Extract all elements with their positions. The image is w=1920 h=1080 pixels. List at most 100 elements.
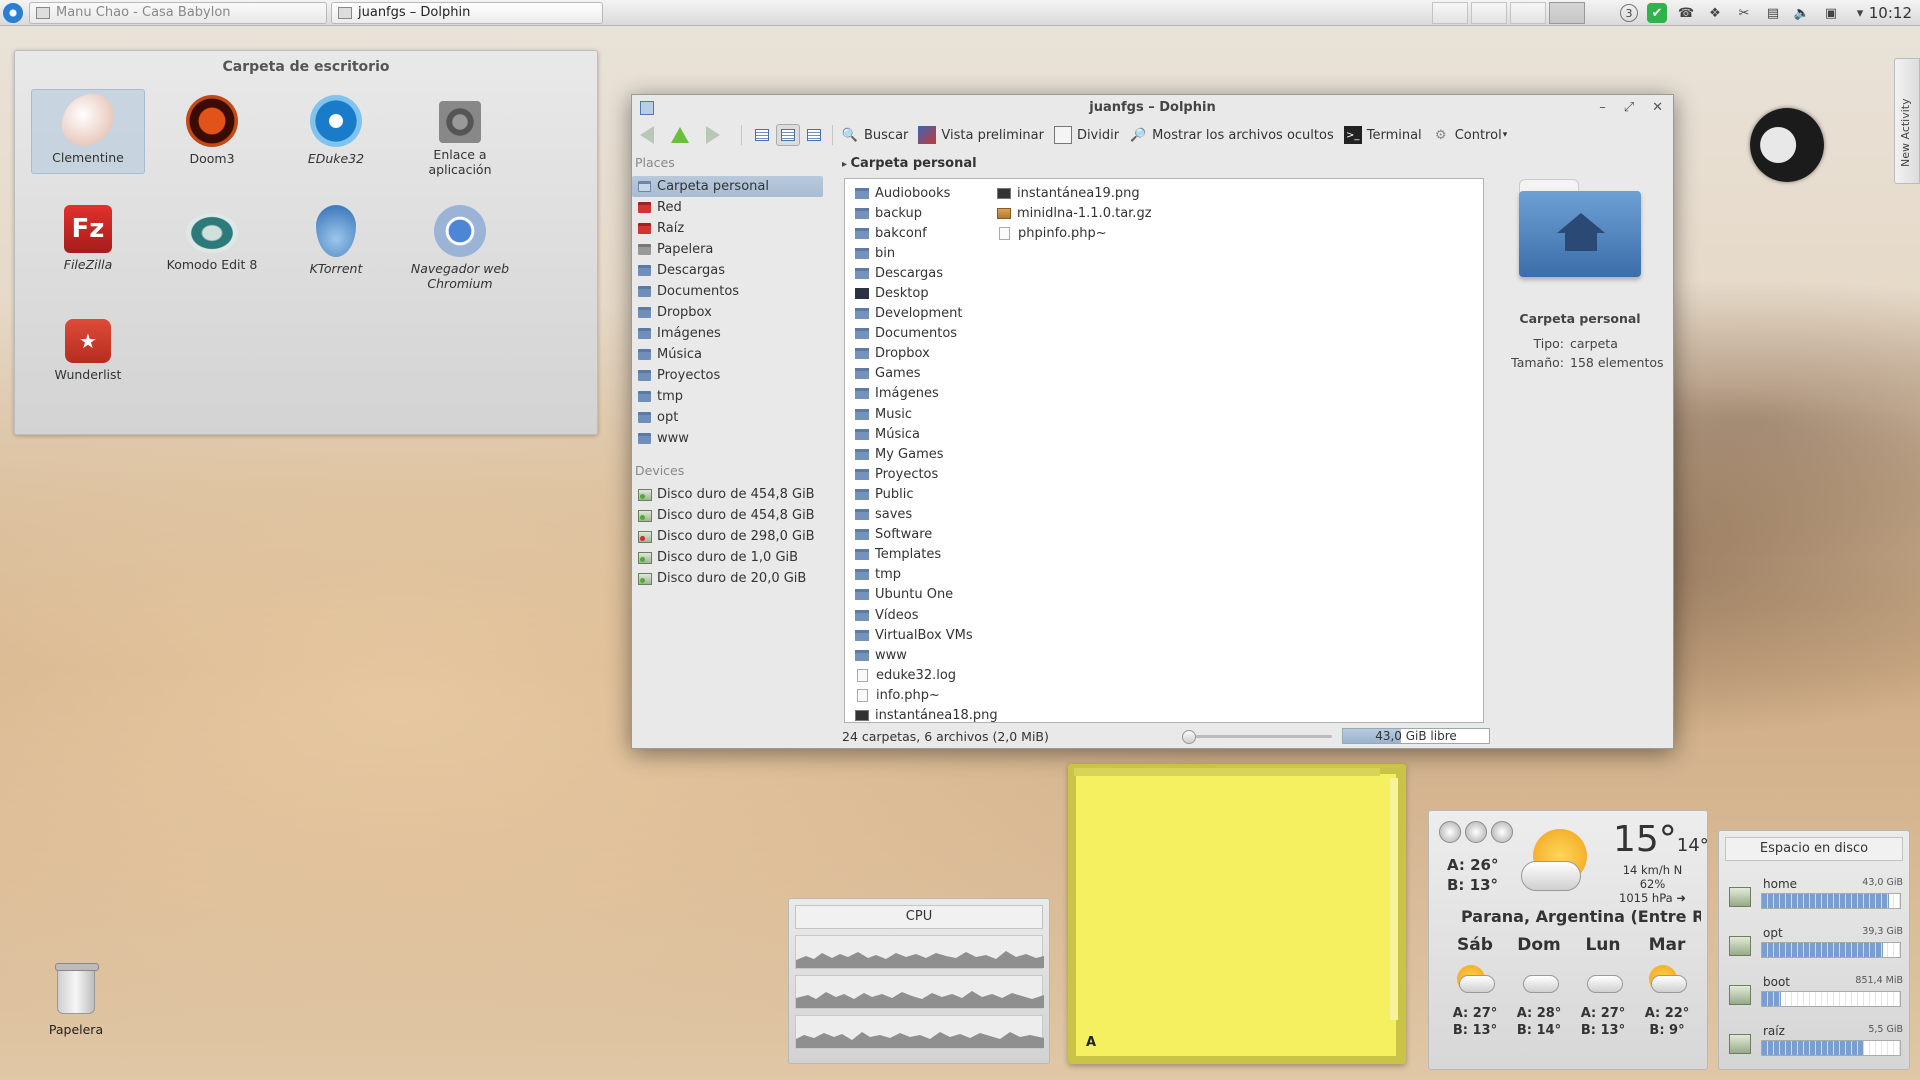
desktop-4[interactable] (1549, 2, 1585, 24)
file-item[interactable]: Dropbox (855, 344, 998, 364)
disk-row[interactable]: opt 39,3 GiB (1729, 926, 1903, 966)
file-item[interactable]: minidlna-1.1.0.tar.gz (997, 203, 1152, 223)
file-item[interactable]: Vídeos (855, 605, 998, 625)
device-item[interactable]: Disco duro de 1,0 GiB (632, 547, 823, 568)
chevron-down-icon[interactable]: ▾ (1850, 3, 1870, 23)
search-button[interactable]: 🔍 Buscar (841, 126, 908, 144)
file-item[interactable]: Ubuntu One (855, 585, 998, 605)
file-view[interactable]: Audiobooks backup bakconf bin Descargas Deskt… (844, 178, 1484, 723)
desktop-icon-eduke32[interactable]: EDuke32 (279, 95, 393, 166)
desktop-icon-komodo[interactable]: Komodo Edit 8 (155, 205, 269, 272)
up-button[interactable] (671, 126, 694, 144)
disk-row[interactable]: boot 851,4 MiB (1729, 975, 1903, 1015)
icons-view-button[interactable] (750, 124, 774, 146)
split-button[interactable]: Dividir (1053, 126, 1119, 144)
desktop-3[interactable] (1510, 2, 1546, 24)
desktop-icon-chromium[interactable]: Navegador web Chromium (403, 205, 517, 291)
maximize-icon[interactable]: ⤢ (1624, 95, 1634, 121)
details-view-button[interactable] (802, 124, 826, 146)
device-item[interactable]: Disco duro de 454,8 GiB (632, 505, 823, 526)
zoom-slider-handle[interactable] (1182, 730, 1196, 744)
file-item[interactable]: tmp (855, 565, 998, 585)
show-hidden-button[interactable]: 🔎 Mostrar los archivos ocultos (1129, 126, 1334, 144)
desktop-icon-filezilla[interactable]: Fz FileZilla (31, 205, 145, 272)
taskbar-item-music[interactable]: Manu Chao - Casa Babylon (29, 1, 327, 24)
place-item-descargas[interactable]: Descargas (632, 260, 823, 281)
desktop-icon-clementine[interactable]: Clementine (31, 89, 145, 174)
notifications-count-icon[interactable]: 3 (1620, 4, 1638, 22)
close-icon[interactable]: ✕ (1652, 95, 1663, 121)
sticky-note-widget[interactable]: A (1068, 764, 1406, 1064)
file-item[interactable]: Desktop (855, 283, 998, 303)
control-menu-button[interactable]: ⚙ Control ▾ (1432, 126, 1507, 144)
printer-icon[interactable]: ▤ (1763, 3, 1783, 23)
clipboard-scissors-icon[interactable]: ✂ (1734, 3, 1754, 23)
check-icon[interactable]: ✔ (1647, 3, 1667, 23)
forward-button[interactable] (704, 126, 727, 144)
desktop-icon-app-link[interactable]: Enlace a aplicación (403, 95, 517, 177)
dolphin-app-icon[interactable] (640, 101, 654, 115)
file-item[interactable]: backup (855, 203, 998, 223)
volume-icon[interactable]: 🔈 (1792, 3, 1812, 23)
place-item-musica[interactable]: Música (632, 344, 823, 365)
desktop-2[interactable] (1471, 2, 1507, 24)
font-format-icon[interactable]: A (1086, 1035, 1096, 1050)
file-item[interactable]: Software (855, 525, 998, 545)
breadcrumb[interactable]: Carpeta personal (842, 151, 977, 177)
device-notifier-icon[interactable]: ▣ (1821, 3, 1841, 23)
file-item[interactable]: Descargas (855, 263, 998, 283)
place-item-home[interactable]: Carpeta personal (632, 176, 823, 197)
file-item[interactable]: saves (855, 505, 998, 525)
note-scrollbar[interactable] (1390, 778, 1398, 1020)
place-item-network[interactable]: Red (632, 197, 823, 218)
kde-menu-icon[interactable] (3, 2, 23, 23)
file-item[interactable]: www (855, 645, 998, 665)
refresh-button-icon[interactable] (1491, 821, 1513, 843)
compact-view-button[interactable] (776, 124, 800, 146)
file-item[interactable]: Development (855, 304, 998, 324)
dropbox-icon[interactable]: ❖ (1705, 3, 1725, 23)
desktop-1[interactable] (1432, 2, 1468, 24)
file-item[interactable]: VirtualBox VMs (855, 625, 998, 645)
info-button-icon[interactable] (1465, 821, 1487, 843)
device-item[interactable]: Disco duro de 298,0 GiB (632, 526, 823, 547)
place-item-trash[interactable]: Papelera (632, 239, 823, 260)
file-item[interactable]: Games (855, 364, 998, 384)
preview-button[interactable]: Vista preliminar (918, 126, 1044, 144)
taskbar-item-dolphin[interactable]: juanfgs – Dolphin (331, 1, 603, 24)
place-item-www[interactable]: www (632, 428, 823, 449)
file-item[interactable]: Imágenes (855, 384, 998, 404)
file-item[interactable]: Audiobooks (855, 183, 998, 203)
file-item[interactable]: Music (855, 404, 998, 424)
clock[interactable]: 10:12 (1869, 4, 1912, 22)
desktop-icon-ktorrent[interactable]: KTorrent (279, 205, 393, 276)
file-item[interactable]: info.php~ (855, 685, 998, 705)
file-item[interactable]: bakconf (855, 223, 998, 243)
place-item-root[interactable]: Raíz (632, 218, 823, 239)
place-item-dropbox[interactable]: Dropbox (632, 302, 823, 323)
disk-row[interactable]: raíz 5,5 GiB (1729, 1024, 1903, 1064)
file-item[interactable]: phpinfo.php~ (997, 223, 1152, 243)
minimize-icon[interactable]: – (1599, 95, 1606, 121)
desktop-icon-doom3[interactable]: Doom3 (155, 95, 269, 166)
file-item[interactable]: Templates (855, 545, 998, 565)
zoom-slider[interactable] (1182, 730, 1332, 744)
file-item[interactable]: Documentos (855, 324, 998, 344)
file-item[interactable]: My Games (855, 444, 998, 464)
desktop-icon-wunderlist[interactable]: ★ Wunderlist (31, 315, 145, 382)
device-item[interactable]: Disco duro de 20,0 GiB (632, 568, 823, 589)
place-item-proyectos[interactable]: Proyectos (632, 365, 823, 386)
place-item-opt[interactable]: opt (632, 407, 823, 428)
place-item-imagenes[interactable]: Imágenes (632, 323, 823, 344)
file-item[interactable]: Proyectos (855, 464, 998, 484)
place-item-tmp[interactable]: tmp (632, 386, 823, 407)
file-item[interactable]: bin (855, 243, 998, 263)
terminal-button[interactable]: >_ Terminal (1343, 126, 1422, 144)
file-item[interactable]: instantánea18.png (855, 705, 998, 725)
file-item[interactable]: eduke32.log (855, 665, 998, 685)
note-text-area[interactable] (1076, 774, 1396, 1056)
place-item-documentos[interactable]: Documentos (632, 281, 823, 302)
activity-bar-tab[interactable]: New Activity (1894, 58, 1920, 184)
file-item[interactable]: Música (855, 424, 998, 444)
window-titlebar[interactable]: juanfgs – Dolphin – ⤢ ✕ (632, 95, 1673, 121)
